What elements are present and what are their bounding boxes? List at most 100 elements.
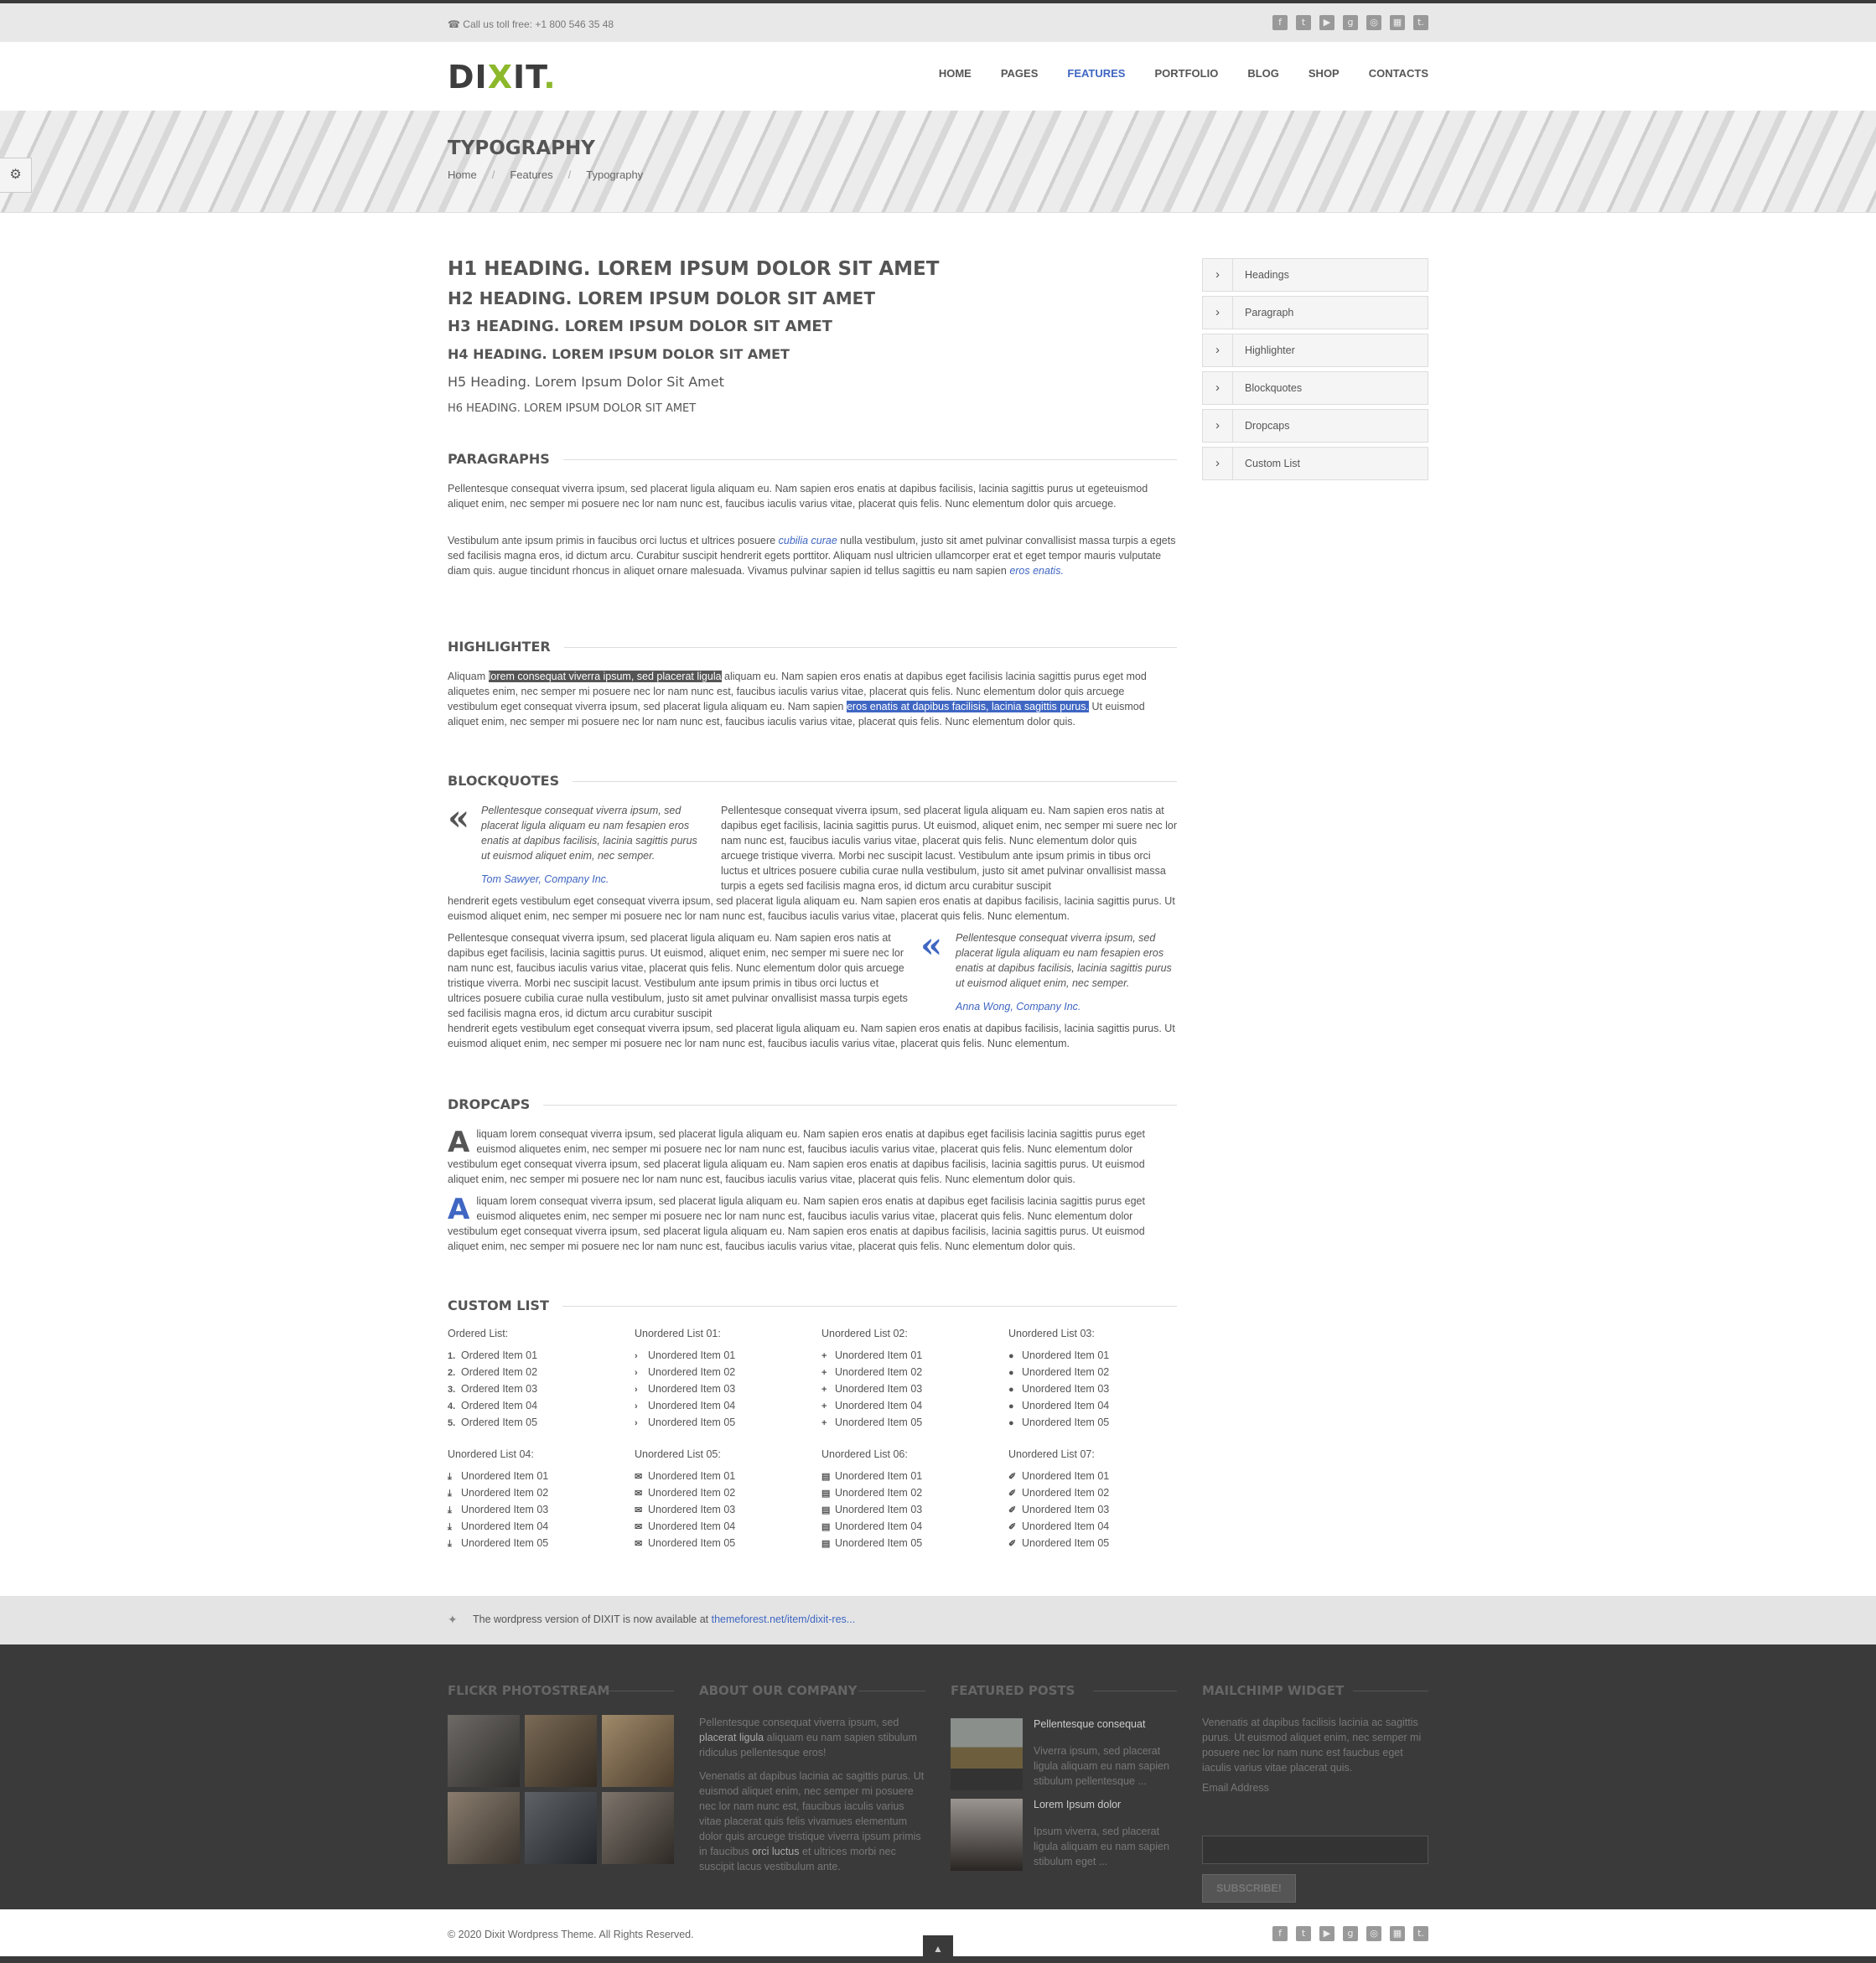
style-switcher-gear-icon[interactable]: ⚙ [0,158,32,193]
logo[interactable]: DIXIT. [448,59,557,96]
nav-blog[interactable]: BLOG [1247,67,1279,80]
twitter-icon[interactable]: t [1296,15,1311,30]
bullet-icon: + [821,1368,827,1378]
flickr-photo[interactable] [525,1792,597,1864]
facebook-icon[interactable]: f [1272,15,1288,30]
side-menu-label: Dropcaps [1245,420,1290,432]
list-item: › Unordered Item 01 [635,1347,815,1364]
nav-home[interactable]: HOME [939,67,972,80]
youtube-icon[interactable]: ▶ [1319,1926,1334,1941]
nav-pages[interactable]: PAGES [1001,67,1039,80]
side-menu-item-headings[interactable]: › Headings [1202,258,1428,292]
blockquote-right: « Pellentesque consequat viverra ipsum, … [920,928,1177,1014]
bullet-icon: ▤ [821,1505,831,1515]
breadcrumb-separator: / [491,168,495,181]
side-menu-item-custom-list[interactable]: › Custom List [1202,447,1428,480]
chevron-right-icon: › [1203,448,1233,479]
featured-post[interactable]: Pellentesque consequat Viverra ipsum, se… [951,1718,1177,1794]
breadcrumb-features[interactable]: Features [510,168,552,181]
nav-contacts[interactable]: CONTACTS [1369,67,1428,80]
flickr-photo[interactable] [448,1792,520,1864]
bullet-icon: ✐ [1008,1505,1017,1515]
side-menu-label: Highlighter [1245,344,1295,356]
phone-info: ☎ Call us toll free: +1 800 546 35 48 [448,18,614,30]
list-item-text: Unordered Item 04 [648,1520,736,1532]
list-item-text: Unordered Item 03 [648,1504,736,1515]
featured-posts-widget: FEATURED POSTS Pellentesque consequat Vi… [951,1683,1177,1871]
bullet-icon: ✐ [1008,1489,1017,1499]
nav-portfolio[interactable]: PORTFOLIO [1154,67,1218,80]
notice-link[interactable]: themeforest.net/item/dixit-res... [712,1613,856,1625]
ordered-list: Ordered List: 1. Ordered Item 01 2. Ordered … [448,1328,628,1431]
post-title[interactable]: Lorem Ipsum dolor [1034,1799,1121,1810]
widget-title: ABOUT OUR COMPANY [699,1683,925,1698]
post-title[interactable]: Pellentesque consequat [1034,1718,1145,1730]
quote-author: Anna Wong, Company Inc. [956,1001,1081,1013]
inline-link[interactable]: cubilia curae [779,535,837,546]
list-item-text: Unordered Item 03 [1022,1504,1110,1515]
post-thumbnail[interactable] [951,1799,1023,1871]
dribbble-icon[interactable]: ◎ [1366,15,1381,30]
unordered-list: Unordered List 02: + Unordered Item 01 + Uno… [821,1328,1002,1431]
breadcrumb-home[interactable]: Home [448,168,477,181]
flickr-photo[interactable] [602,1715,674,1787]
bullet-icon: › [635,1385,638,1395]
side-menu-item-blockquotes[interactable]: › Blockquotes [1202,371,1428,405]
email-input[interactable] [1202,1836,1428,1864]
flickr-photo[interactable] [525,1715,597,1787]
delicious-icon[interactable]: ▦ [1390,1926,1405,1941]
section-title: PARAGRAPHS [448,451,563,467]
list-item-text: Unordered Item 02 [461,1487,549,1499]
nav-shop[interactable]: SHOP [1309,67,1340,80]
side-menu-item-dropcaps[interactable]: › Dropcaps [1202,409,1428,443]
youtube-icon[interactable]: ▶ [1319,15,1334,30]
list-item: ✉ Unordered Item 01 [635,1468,815,1484]
dribbble-icon[interactable]: ◎ [1366,1926,1381,1941]
list-item-text: Ordered Item 04 [461,1400,538,1411]
scroll-to-top-chevron-up-icon[interactable]: ▲ [923,1935,953,1963]
list-item-text: Ordered Item 05 [461,1417,538,1428]
flickr-photo[interactable] [448,1715,520,1787]
post-thumbnail[interactable] [951,1718,1023,1790]
h3-heading: H3 HEADING. LOREM IPSUM DOLOR SIT AMET [448,318,832,335]
inline-link[interactable]: eros enatis. [1009,565,1064,577]
list-item: ⤓ Unordered Item 01 [448,1468,628,1484]
delicious-icon[interactable]: ▦ [1390,15,1405,30]
tumblr-icon[interactable]: t. [1413,15,1428,30]
list-item: ✐ Unordered Item 05 [1008,1535,1189,1551]
list-item: 3. Ordered Item 03 [448,1380,628,1397]
nav-features[interactable]: FEATURES [1067,67,1125,80]
bullet-icon: ⤓ [448,1489,452,1499]
quote-author: Tom Sawyer, Company Inc. [481,873,609,885]
google-plus-icon[interactable]: g [1343,15,1358,30]
list-item: ● Unordered Item 04 [1008,1397,1189,1414]
list-item: ● Unordered Item 03 [1008,1380,1189,1397]
tumblr-icon[interactable]: t. [1413,1926,1428,1941]
list-item: 2. Ordered Item 02 [448,1364,628,1380]
flickr-photo[interactable] [602,1792,674,1864]
bullet-icon: ● [1008,1385,1014,1395]
chevron-right-icon: › [1203,297,1233,329]
about-widget: ABOUT OUR COMPANY Pellentesque consequat… [699,1683,925,1874]
unordered-list: Unordered List 05: ✉ Unordered Item 01 ✉ Uno… [635,1448,815,1551]
text-span: liquam lorem consequat viverra ipsum, se… [448,1195,1145,1252]
side-menu-item-paragraph[interactable]: › Paragraph [1202,296,1428,329]
list-item-text: Unordered Item 03 [461,1504,549,1515]
featured-post[interactable]: Lorem Ipsum dolor Ipsum viverra, sed pla… [951,1799,1177,1874]
list-item: ✐ Unordered Item 01 [1008,1468,1189,1484]
widget-title-text: FEATURED POSTS [951,1683,1075,1698]
list-item: + Unordered Item 05 [821,1414,1002,1431]
quote-text: Pellentesque consequat viverra ipsum, se… [956,932,1172,989]
list-item-text: Ordered Item 03 [461,1383,538,1395]
side-menu-item-highlighter[interactable]: › Highlighter [1202,334,1428,367]
paragraph-2: Vestibulum ante ipsum primis in faucibus… [448,533,1177,578]
subscribe-button[interactable]: SUBSCRIBE! [1202,1874,1296,1903]
site-header: DIXIT. HOME PAGES FEATURES PORTFOLIO BLO… [0,42,1876,111]
google-plus-icon[interactable]: g [1343,1926,1358,1941]
twitter-icon[interactable]: t [1296,1926,1311,1941]
facebook-icon[interactable]: f [1272,1926,1288,1941]
list-number: 4. [448,1401,456,1411]
list-title: Ordered List: [448,1328,509,1339]
text-span: The wordpress version of DIXIT is now av… [473,1613,712,1625]
blockquote-side-text-1: Pellentesque consequat viverra ipsum, se… [721,805,1178,892]
